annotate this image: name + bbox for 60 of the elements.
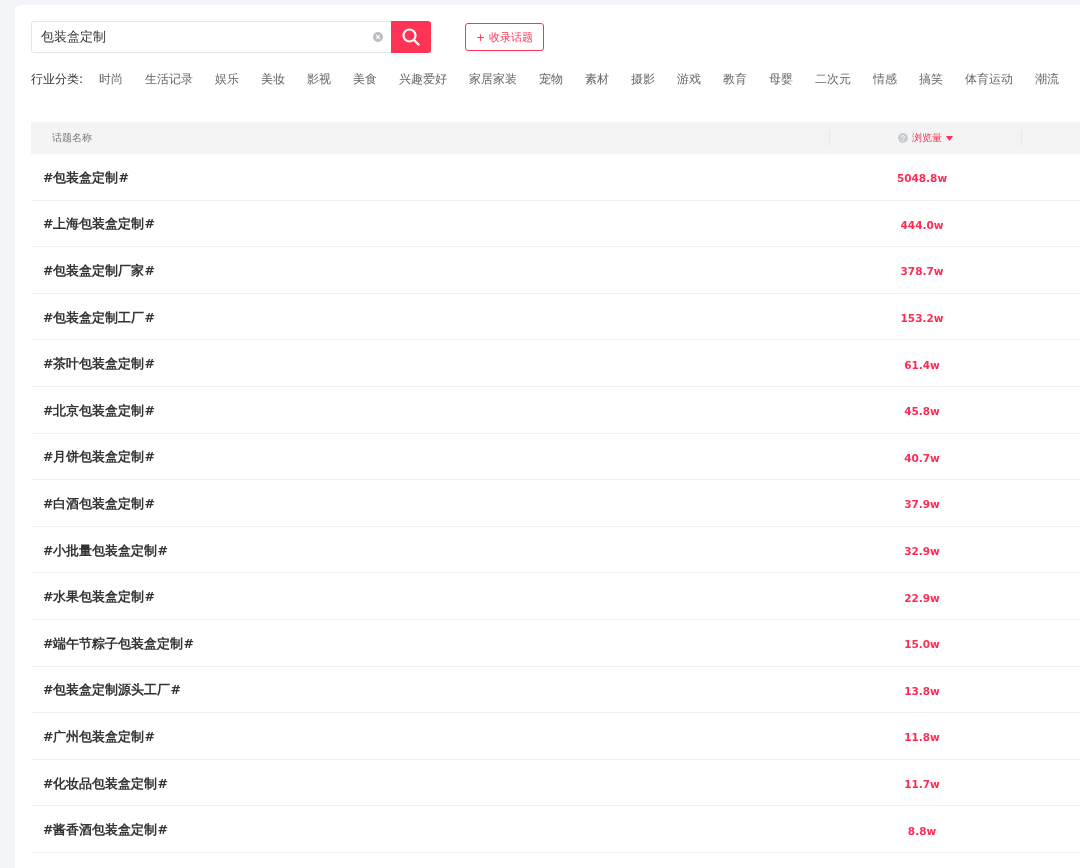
view-count: 40.7w — [904, 451, 940, 464]
category-link[interactable]: 家居家装 — [469, 70, 518, 88]
view-count: 15.0w — [904, 638, 940, 651]
topic-name: #酱香酒包装盒定制# — [43, 822, 168, 838]
topic-name: #月饼包装盒定制# — [43, 449, 155, 465]
topic-name: #茶叶包装盒定制# — [43, 356, 155, 372]
view-count: 153.2w — [900, 312, 944, 325]
clear-icon[interactable] — [373, 32, 383, 42]
category-link[interactable]: 摄影 — [631, 70, 656, 88]
category-link[interactable]: 教育 — [723, 70, 748, 88]
topic-name: #包装盒定制源头工厂# — [43, 682, 181, 698]
sort-column-header[interactable]: 浏览量 — [898, 131, 953, 145]
category-link[interactable]: 兴趣爱好 — [399, 70, 448, 88]
view-count: 37.9w — [904, 498, 940, 511]
category-link[interactable]: 时尚 — [99, 70, 124, 88]
topic-name: #端午节粽子包装盒定制# — [43, 635, 194, 651]
help-icon[interactable] — [898, 133, 908, 143]
topic-name: #广州包装盒定制# — [43, 728, 155, 744]
view-count: 22.9w — [904, 591, 940, 604]
view-count: 32.9w — [904, 545, 940, 558]
category-link[interactable]: 影视 — [307, 70, 332, 88]
category-link[interactable]: 母婴 — [769, 70, 794, 88]
view-count: 378.7w — [900, 265, 944, 278]
view-count: 5048.8w — [896, 172, 948, 185]
category-link[interactable]: 娱乐 — [215, 70, 240, 88]
view-count: 61.4w — [904, 358, 940, 371]
topic-name: #包装盒定制厂家# — [43, 263, 155, 278]
view-count: 45.8w — [904, 405, 940, 418]
search-button[interactable] — [391, 21, 431, 53]
column-header: 话题名称 — [52, 131, 92, 145]
category-link[interactable]: 搞笑 — [919, 70, 944, 88]
topic-name: #白酒包装盒定制# — [43, 495, 155, 511]
topic-name: #包装盒定制# — [43, 169, 129, 185]
category-link[interactable]: 潮流 — [1035, 70, 1060, 88]
category-link[interactable]: 宠物 — [539, 70, 564, 88]
search-field[interactable]: 包装盒定制 — [31, 21, 391, 53]
topic-name: #上海包装盒定制# — [43, 216, 155, 232]
search-input: 包装盒定制 — [41, 29, 373, 45]
topic-name: #小批量包装盒定制# — [43, 542, 168, 558]
search-icon — [402, 28, 420, 46]
view-count: 11.7w — [904, 778, 940, 790]
category-link[interactable]: 游戏 — [677, 70, 702, 88]
view-count: 8.8w — [907, 824, 937, 837]
category-link[interactable]: 美妆 — [261, 70, 286, 88]
topic-name: #包装盒定制工厂# — [43, 309, 155, 325]
topic-name: #化妆品包装盒定制# — [43, 775, 168, 791]
collect-topic-button[interactable]: + 收录话题 — [465, 23, 544, 51]
category-link[interactable]: 美食 — [353, 70, 378, 88]
view-count: 13.8w — [904, 684, 940, 697]
view-count: 11.8w — [904, 731, 940, 744]
category-link[interactable]: 二次元 — [815, 70, 852, 88]
topic-name: #北京包装盒定制# — [43, 402, 155, 418]
category-link[interactable]: 生活记录 — [145, 70, 194, 88]
category-label: 行业分类: — [31, 70, 84, 88]
category-link[interactable]: 情感 — [873, 70, 898, 88]
view-count: 444.0w — [900, 218, 944, 231]
caret-icon — [946, 135, 953, 141]
category-link[interactable]: 素材 — [585, 70, 610, 88]
topic-name: #水果包装盒定制# — [43, 589, 155, 605]
category-link[interactable]: 体育运动 — [965, 70, 1014, 88]
